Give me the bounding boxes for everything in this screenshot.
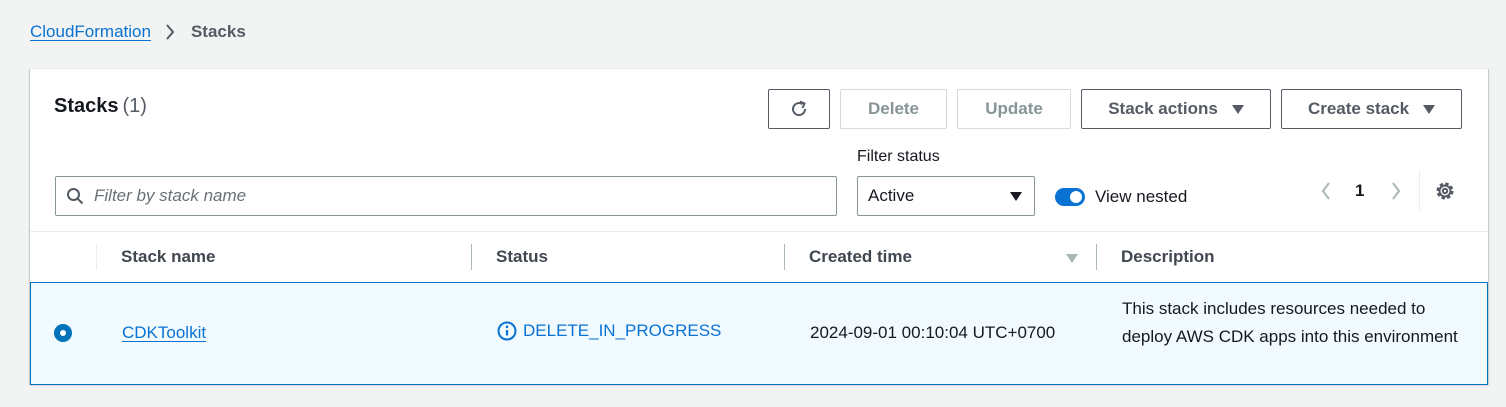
row-select-radio[interactable] [54, 324, 72, 342]
stack-name-link[interactable]: CDKToolkit [122, 323, 206, 343]
stack-status: DELETE_IN_PROGRESS [497, 321, 721, 341]
stacks-count: (1) [122, 95, 147, 117]
column-header-stack-name[interactable]: Stack name [121, 247, 216, 267]
current-page-number[interactable]: 1 [1355, 181, 1364, 201]
column-divider [96, 244, 97, 270]
delete-button[interactable]: Delete [840, 89, 947, 129]
update-button[interactable]: Update [957, 89, 1071, 129]
table-header: Stack name Status Created time Descripti… [30, 231, 1488, 283]
stack-description: This stack includes resources needed to … [1122, 299, 1458, 346]
settings-icon [1436, 182, 1454, 200]
created-time: 2024-09-01 00:10:04 UTC+0700 [810, 323, 1056, 342]
filter-status-label: Filter status [857, 148, 940, 165]
previous-page-button[interactable] [1318, 179, 1334, 203]
create-stack-button[interactable]: Create stack [1281, 89, 1462, 129]
column-divider[interactable] [784, 244, 785, 270]
search-input[interactable] [94, 186, 794, 206]
info-icon [497, 321, 517, 341]
pagination-divider [1419, 171, 1420, 211]
settings-button[interactable] [1434, 180, 1456, 202]
refresh-icon [792, 100, 807, 117]
table-row[interactable]: CDKToolkit DELETE_IN_PROGRESS 2024-09-01… [30, 282, 1488, 385]
stack-status-text: DELETE_IN_PROGRESS [523, 321, 722, 340]
search-field[interactable] [55, 176, 837, 216]
caret-down-icon [1423, 104, 1436, 114]
column-divider[interactable] [471, 244, 472, 270]
chevron-right-icon [1392, 182, 1401, 200]
chevron-right-icon [165, 22, 179, 42]
column-header-created-time[interactable]: Created time [809, 247, 912, 267]
stack-actions-button[interactable]: Stack actions [1081, 89, 1271, 129]
breadcrumb-cloudformation-link[interactable]: CloudFormation [30, 22, 151, 42]
next-page-button[interactable] [1388, 179, 1404, 203]
stack-actions-label: Stack actions [1108, 99, 1218, 118]
page-title: Stacks (1) [54, 95, 147, 118]
stacks-panel: Stacks (1) Delete Update Stack actions Cr… [30, 68, 1488, 385]
search-icon [67, 188, 84, 205]
sort-descending-icon[interactable] [1066, 254, 1078, 263]
view-nested-label: View nested [1095, 187, 1188, 206]
filter-status-value: Active [868, 186, 915, 205]
radio-selected-dot [60, 330, 66, 336]
breadcrumb-current: Stacks [190, 22, 246, 41]
stacks-title: Stacks [54, 95, 119, 117]
toggle-knob [1070, 191, 1082, 203]
column-divider[interactable] [1096, 244, 1097, 270]
caret-down-icon [1231, 104, 1244, 114]
create-stack-label: Create stack [1307, 99, 1410, 118]
column-header-status[interactable]: Status [496, 247, 548, 267]
filter-status-select[interactable]: Active [857, 176, 1035, 216]
view-nested-toggle[interactable] [1055, 188, 1085, 206]
refresh-button[interactable] [768, 89, 830, 129]
chevron-left-icon [1321, 182, 1330, 200]
caret-down-icon [1010, 191, 1022, 201]
breadcrumb: CloudFormation Stacks [30, 22, 246, 42]
column-header-description[interactable]: Description [1121, 247, 1215, 267]
